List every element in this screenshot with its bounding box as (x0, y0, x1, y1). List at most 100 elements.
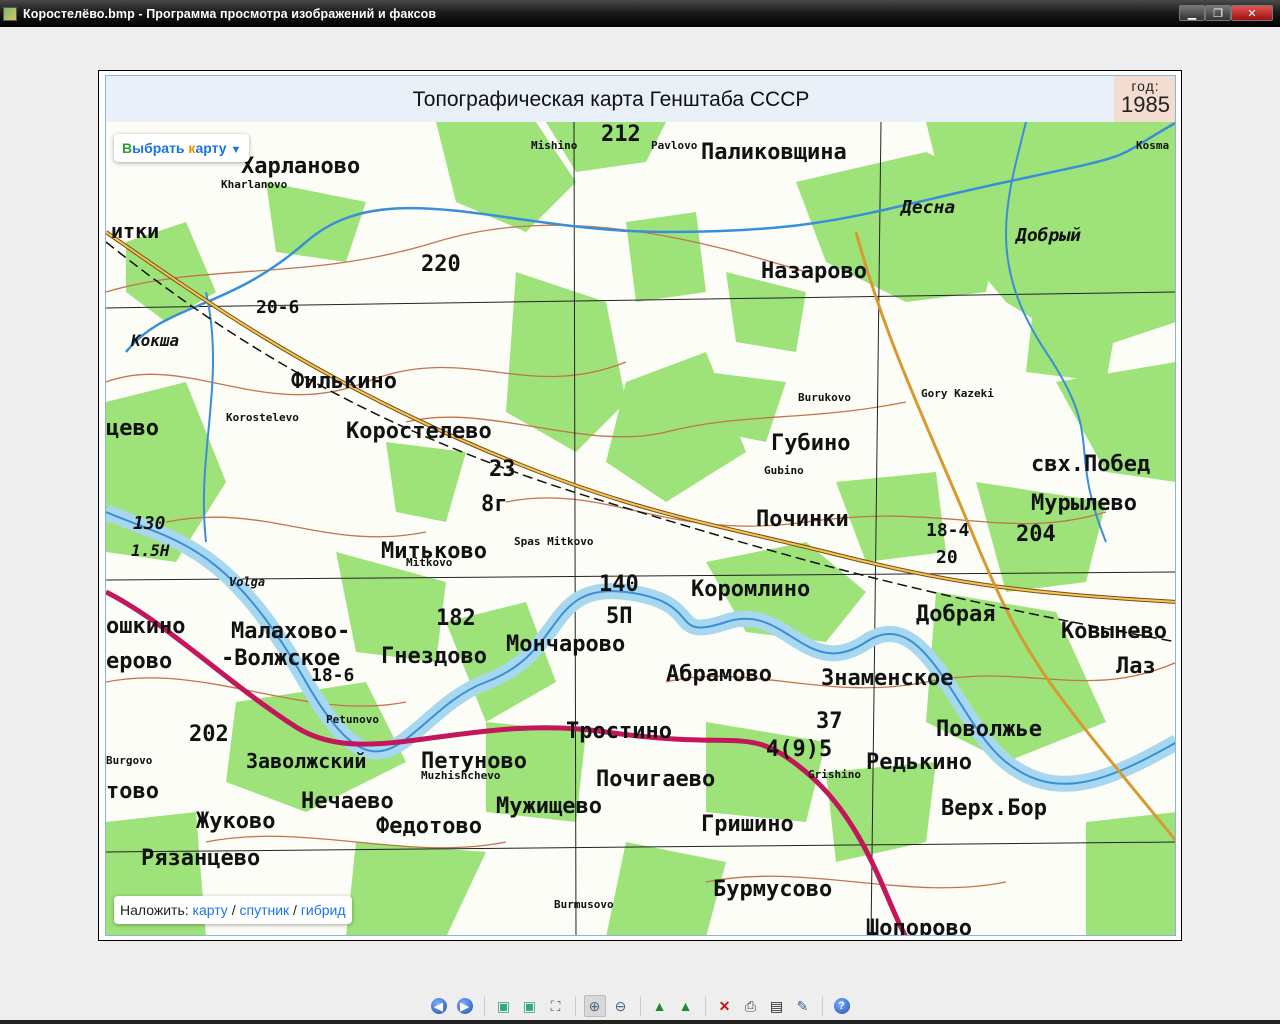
next-button[interactable]: ▶ (454, 995, 476, 1017)
restore-button[interactable]: ❐ (1205, 5, 1231, 21)
map-label: Харланово (241, 154, 360, 179)
window-title: Коростелёво.bmp - Программа просмотра из… (23, 6, 437, 21)
map-label: Десна (899, 197, 955, 218)
map-label: 1.5Н (131, 541, 170, 560)
map-label: Mitkovo (406, 556, 453, 569)
map-label: Нечаево (301, 789, 394, 814)
map-label: 140 (599, 572, 639, 597)
map-label: 220 (421, 252, 461, 277)
print-button[interactable]: ⎙ (740, 995, 762, 1017)
forest-area (626, 212, 706, 302)
map-label: Назарово (761, 259, 867, 284)
map-label: Kharlanovo (221, 178, 288, 191)
help-icon: ? (833, 998, 850, 1014)
year-box: год: 1985 (1114, 76, 1175, 122)
map-label: Паликовщина (701, 140, 847, 165)
choose-map-text: ыбрать (132, 140, 189, 156)
minimize-button[interactable]: ▁ (1179, 5, 1205, 21)
close-button[interactable]: ✕ (1231, 5, 1273, 21)
overlay-map-link[interactable]: карту (193, 902, 228, 918)
best-fit-button[interactable]: ▣ (493, 995, 515, 1017)
delete-icon: ✕ (718, 997, 731, 1014)
divider (574, 996, 576, 1016)
map-label: 18-6 (311, 665, 354, 686)
previous-button[interactable]: ◀ (428, 995, 450, 1017)
map-label: Лаз (1116, 654, 1156, 679)
map-label: 4(9)5 (766, 737, 832, 762)
map-label: Burmusovo (554, 898, 614, 911)
zoom-out-button[interactable]: ⊖ (610, 995, 632, 1017)
separator: / (231, 902, 236, 918)
divider (639, 996, 641, 1016)
map-label: Grishino (808, 768, 861, 781)
map-label: Редькино (866, 750, 972, 775)
map-label: Мурылево (1031, 491, 1137, 516)
map-header: Топографическая карта Генштаба СССР год:… (106, 76, 1175, 122)
map-label: ерово (106, 649, 172, 674)
map-label: 8г (481, 492, 508, 517)
save-button[interactable]: ▤ (766, 995, 788, 1017)
map-label: 20-6 (256, 297, 299, 318)
map-label: Заволжский (246, 749, 366, 773)
map-label: Жуково (196, 809, 275, 834)
rotate-counterclockwise-icon: ▲ (678, 998, 693, 1014)
divider (704, 996, 706, 1016)
map-label: итки (111, 219, 159, 243)
map-label: 18-4 (926, 520, 970, 541)
map-label: Шопорово (866, 916, 972, 936)
choose-map-text: арту (195, 140, 227, 156)
map-label: 23 (489, 457, 516, 482)
map-label: Burgovo (106, 754, 153, 767)
map-label: 130 (133, 513, 166, 534)
help-button[interactable]: ? (831, 995, 853, 1017)
actual-size-icon: ▣ (522, 997, 537, 1014)
map-label: Volga (229, 575, 265, 589)
viewer-toolbar: ◀ ▶ ▣ ▣ ⛶ ⊕ ⊖ ▲ ▲ ✕ ⎙ ▤ ✎ ? (0, 992, 1280, 1020)
topographic-map: ХарлановоKharlanovo Mishino 212 Pavlovo Пали… (106, 122, 1175, 936)
map-label: Абрамово (666, 662, 772, 687)
map-label: тово (106, 779, 159, 804)
map-label: Gory Kazeki (921, 387, 994, 400)
map-label: Spas Mitkovo (514, 535, 594, 548)
chevron-down-icon: ▼ (230, 144, 242, 156)
map-label: Korostelevo (226, 411, 299, 424)
edit-icon: ✎ (796, 997, 809, 1014)
save-icon: ▤ (769, 997, 784, 1014)
rotate-clockwise-icon: ▲ (652, 998, 667, 1014)
arrow-left-icon: ◀ (430, 998, 447, 1014)
map-label: Burukovo (798, 391, 851, 404)
map-label: 202 (189, 722, 229, 747)
map-label: Мужищево (496, 794, 602, 819)
divider (821, 996, 823, 1016)
choose-map-text: В (122, 140, 133, 156)
rotate-counterclockwise-button[interactable]: ▲ (675, 995, 697, 1017)
title-bar: Коростелёво.bmp - Программа просмотра из… (0, 0, 1280, 27)
actual-size-button[interactable]: ▣ (519, 995, 541, 1017)
overlay-hybrid-link[interactable]: гибрид (301, 902, 346, 918)
separator: / (293, 902, 297, 918)
rotate-clockwise-button[interactable]: ▲ (649, 995, 671, 1017)
zoom-in-button[interactable]: ⊕ (583, 995, 606, 1017)
map-label: Рязанцево (141, 846, 260, 871)
map-label: Гнездово (381, 644, 487, 669)
map-label: Верх.Бор (941, 796, 1047, 821)
delete-button[interactable]: ✕ (714, 995, 736, 1017)
map-label: Mishino (531, 139, 578, 152)
map-label: Знаменское (821, 666, 953, 691)
map-label: Мончарово (506, 632, 625, 657)
image-frame: Топографическая карта Генштаба СССР год:… (98, 70, 1182, 941)
map-label: 20 (936, 547, 958, 568)
choose-map-dropdown[interactable]: Выбрать карту ▼ (114, 134, 250, 162)
map-label: Кокша (130, 331, 179, 350)
edit-button[interactable]: ✎ (792, 995, 814, 1017)
slideshow-button[interactable]: ⛶ (545, 995, 567, 1017)
overlay-satellite-link[interactable]: спутник (239, 902, 289, 918)
map-image: Топографическая карта Генштаба СССР год:… (105, 75, 1176, 936)
map-label: Gubino (764, 464, 804, 477)
map-label: 212 (601, 122, 641, 147)
map-label: Тростино (566, 719, 672, 744)
map-label: Коромлино (691, 577, 810, 602)
map-label: Федотово (376, 814, 482, 839)
slideshow-icon: ⛶ (550, 997, 561, 1014)
map-label: ошкино (106, 614, 185, 639)
